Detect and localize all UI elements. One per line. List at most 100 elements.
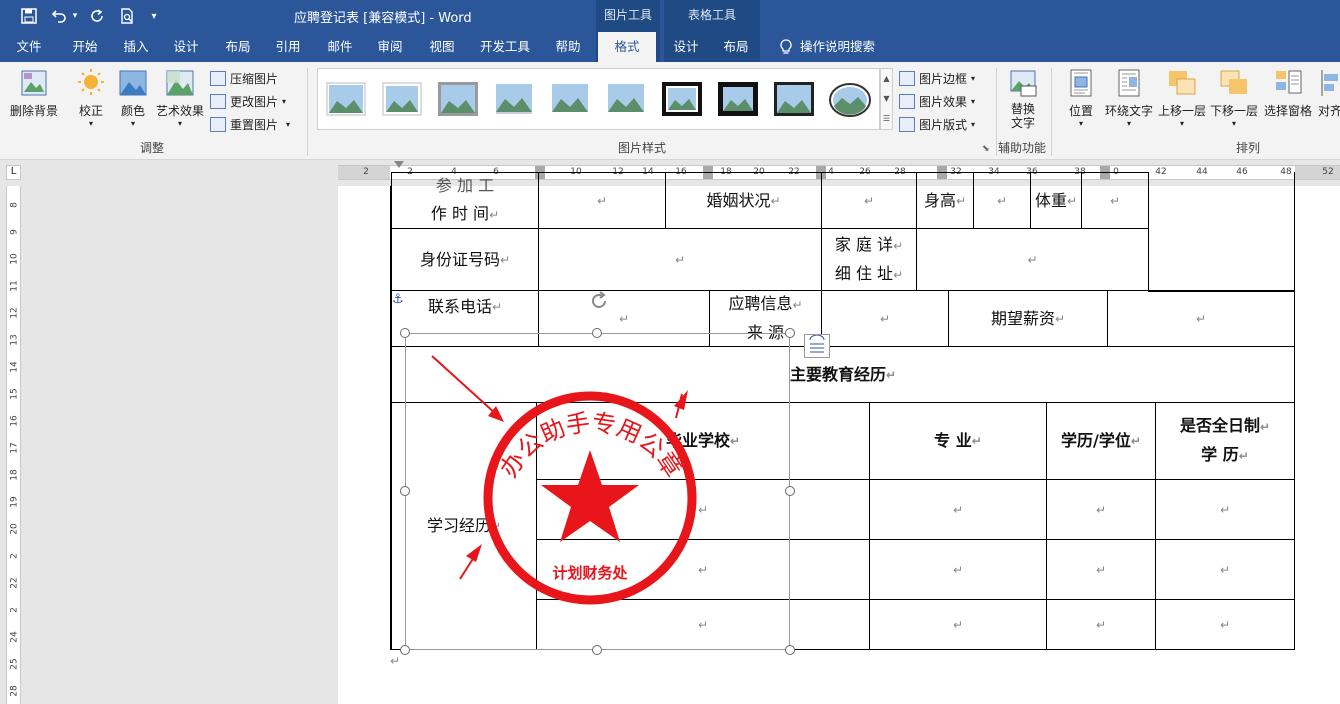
style-thumb-5[interactable] xyxy=(550,82,590,116)
reset-picture-button[interactable]: 重置图片 ▾ xyxy=(210,114,290,134)
style-thumb-2[interactable] xyxy=(382,82,422,116)
save-icon[interactable] xyxy=(18,4,40,28)
redo-icon[interactable] xyxy=(86,4,108,28)
style-thumb-1[interactable] xyxy=(326,82,366,116)
marital-status-cell[interactable]: 婚姻状况 ↵ xyxy=(665,172,822,229)
marital-status-value[interactable]: ↵ xyxy=(821,172,917,229)
style-thumb-4[interactable] xyxy=(494,82,534,116)
picture-effects-button[interactable]: 图片效果 ▾ xyxy=(899,91,975,111)
tab-review[interactable]: 审阅 xyxy=(368,32,412,62)
change-picture-icon xyxy=(210,93,226,109)
home-address-cell[interactable]: 家 庭 详↵ 细 住 址↵ xyxy=(821,228,917,291)
resize-handle-se[interactable] xyxy=(785,645,795,655)
artistic-effects-button[interactable]: 艺术效果 ▾ xyxy=(154,68,206,128)
wrap-text-button[interactable]: 环绕文字 ▾ xyxy=(1102,68,1156,128)
join-work-time-cell[interactable]: 参 加 工 作 时 间↵ xyxy=(391,172,539,229)
first-line-indent-marker[interactable] xyxy=(394,161,404,168)
layout-options-icon[interactable] xyxy=(804,334,830,358)
tab-mailings[interactable]: 邮件 xyxy=(318,32,362,62)
remove-background-button[interactable]: 删除背景 xyxy=(6,68,62,119)
resize-handle-s[interactable] xyxy=(592,645,602,655)
lightbulb-icon[interactable] xyxy=(774,32,798,62)
height-value[interactable]: ↵ xyxy=(973,172,1031,229)
align-button[interactable]: 对齐 xyxy=(1318,68,1340,119)
tab-home[interactable]: 开始 xyxy=(62,32,108,62)
corrections-button[interactable]: 校正 ▾ xyxy=(72,68,110,128)
picture-layout-button[interactable]: 图片版式 ▾ xyxy=(899,114,975,134)
expected-salary-cell[interactable]: 期望薪资 ↵ xyxy=(948,290,1108,347)
major-value-2[interactable]: ↵ xyxy=(869,539,1047,600)
fulltime-value-2[interactable]: ↵ xyxy=(1155,539,1295,600)
compress-pictures-button[interactable]: 压缩图片 xyxy=(210,68,278,88)
selection-pane-button[interactable]: 选择窗格 xyxy=(1260,68,1316,119)
dialog-launcher-icon[interactable]: ⬊ xyxy=(982,144,990,154)
gallery-up-icon[interactable]: ▲ xyxy=(881,69,892,89)
position-button[interactable]: 位置 ▾ xyxy=(1062,68,1100,128)
tell-me-search[interactable]: 操作说明搜索 xyxy=(800,32,880,62)
degree-header[interactable]: 学历/学位 ↵ xyxy=(1046,402,1156,480)
gallery-down-icon[interactable]: ▼ xyxy=(881,89,892,109)
fulltime-value-1[interactable]: ↵ xyxy=(1155,479,1295,540)
tab-developer[interactable]: 开发工具 xyxy=(474,32,536,62)
tab-table-design[interactable]: 设计 xyxy=(664,32,708,62)
style-thumb-3[interactable] xyxy=(438,82,478,116)
height-cell[interactable]: 身高 ↵ xyxy=(916,172,974,229)
photo-cell[interactable] xyxy=(1148,172,1295,292)
source-value[interactable]: ↵ xyxy=(821,290,949,347)
style-thumb-7[interactable] xyxy=(662,82,702,116)
style-thumb-8[interactable] xyxy=(718,82,758,116)
resize-handle-sw[interactable] xyxy=(400,645,410,655)
weight-value[interactable]: ↵ xyxy=(1081,172,1149,229)
tab-file[interactable]: 文件 xyxy=(8,32,50,62)
tab-layout[interactable]: 布局 xyxy=(216,32,260,62)
id-number-value[interactable]: ↵ xyxy=(538,228,822,291)
tab-insert[interactable]: 插入 xyxy=(114,32,158,62)
home-address-value[interactable]: ↵ xyxy=(916,228,1149,291)
tab-help[interactable]: 帮助 xyxy=(546,32,590,62)
style-thumb-9[interactable] xyxy=(774,82,814,116)
picture-border-button[interactable]: 图片边框 ▾ xyxy=(899,68,975,88)
fulltime-header[interactable]: 是否全日制↵ 学 历↵ xyxy=(1155,402,1295,480)
undo-dropdown-icon[interactable]: ▾ xyxy=(70,4,80,28)
bring-forward-button[interactable]: 上移一层 ▾ xyxy=(1156,68,1208,128)
resize-handle-nw[interactable] xyxy=(400,328,410,338)
id-number-cell[interactable]: 身份证号码 ↵ xyxy=(391,228,539,291)
gallery-scroll[interactable]: ▲ ▼ ☰ xyxy=(880,68,893,130)
expected-salary-value[interactable]: ↵ xyxy=(1107,290,1295,347)
reset-picture-icon xyxy=(210,116,226,132)
picture-styles-gallery[interactable] xyxy=(317,68,880,130)
resize-handle-w[interactable] xyxy=(400,486,410,496)
degree-value-2[interactable]: ↵ xyxy=(1046,539,1156,600)
resize-handle-ne[interactable] xyxy=(785,328,795,338)
change-picture-button[interactable]: 更改图片 ▾ xyxy=(210,91,286,111)
style-thumb-10[interactable] xyxy=(828,82,871,117)
document-page[interactable]: 参 加 工 作 时 间↵ ↵ 婚姻状况 ↵ ↵ 身高 ↵ ↵ 体重 ↵ ↵ 身份证号码… xyxy=(338,172,1340,704)
fulltime-value-3[interactable]: ↵ xyxy=(1155,599,1295,650)
major-value-3[interactable]: ↵ xyxy=(869,599,1047,650)
tab-selector[interactable]: L xyxy=(6,165,21,180)
major-value-1[interactable]: ↵ xyxy=(869,479,1047,540)
tab-table-layout[interactable]: 布局 xyxy=(714,32,758,62)
ruler-tick-label: 14 xyxy=(9,361,20,373)
tab-view[interactable]: 视图 xyxy=(420,32,464,62)
print-preview-icon[interactable] xyxy=(116,4,138,28)
resize-handle-e[interactable] xyxy=(785,486,795,496)
tab-picture-format[interactable]: 格式 xyxy=(598,32,656,63)
alt-text-button[interactable]: 替换 文字 xyxy=(1004,68,1042,130)
undo-icon[interactable] xyxy=(48,4,70,28)
major-header[interactable]: 专 业 ↵ xyxy=(869,402,1047,480)
weight-cell[interactable]: 体重 ↵ xyxy=(1030,172,1082,229)
join-work-time-value[interactable]: ↵ xyxy=(538,172,666,229)
tab-design[interactable]: 设计 xyxy=(164,32,208,62)
gallery-more-icon[interactable]: ☰ xyxy=(881,109,892,129)
style-thumb-6[interactable] xyxy=(606,82,646,116)
degree-value-3[interactable]: ↵ xyxy=(1046,599,1156,650)
vertical-ruler[interactable]: 8 9 10 11 12 13 14 15 16 17 18 19 20 2 22 2 24 25 28 xyxy=(6,186,21,704)
resize-handle-n[interactable] xyxy=(592,328,602,338)
customize-qat-icon[interactable]: ▾ xyxy=(148,4,160,28)
degree-value-1[interactable]: ↵ xyxy=(1046,479,1156,540)
tab-references[interactable]: 引用 xyxy=(266,32,310,62)
rotate-handle-icon[interactable] xyxy=(588,290,610,312)
send-backward-button[interactable]: 下移一层 ▾ xyxy=(1208,68,1260,128)
color-button[interactable]: 颜色 ▾ xyxy=(116,68,150,128)
